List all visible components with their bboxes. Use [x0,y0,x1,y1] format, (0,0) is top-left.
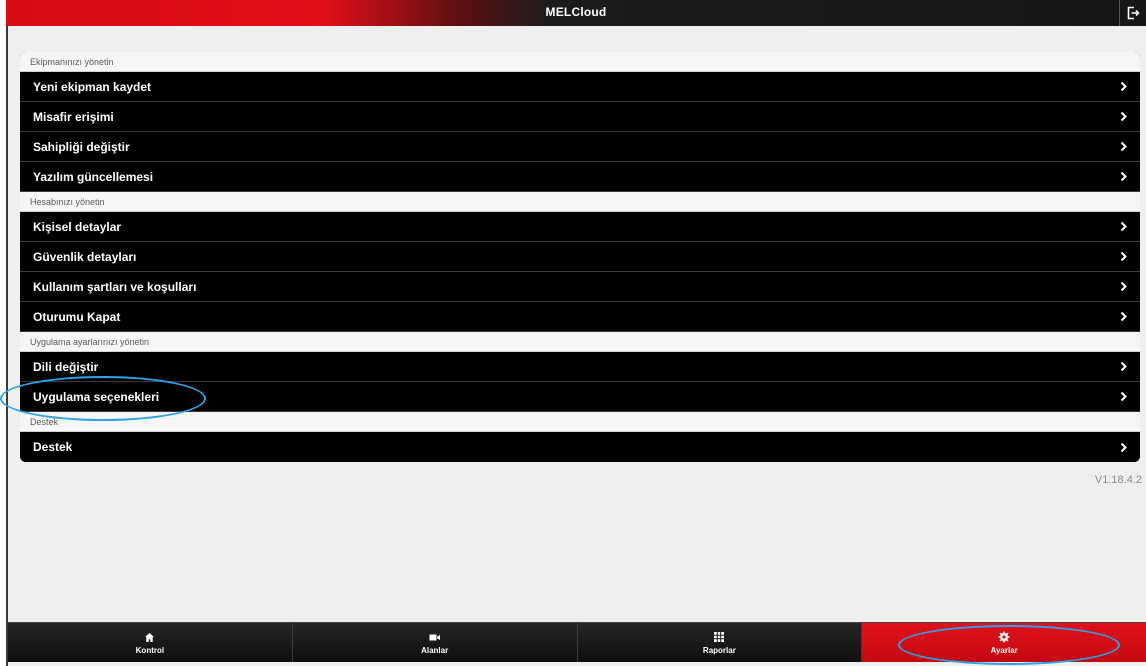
chevron-right-icon [1120,81,1130,93]
chevron-right-icon [1120,441,1130,453]
nav-tab-label: Raporlar [702,645,736,655]
menu-item-sign-out[interactable]: Oturumu Kapat [20,302,1140,332]
bottom-nav: Kontrol Alanlar Raporlar Ayarlar [8,622,1146,662]
menu-item-label: Yazılım güncellemesi [33,169,154,184]
nav-tab-areas[interactable]: Alanlar [292,623,578,662]
menu-item-label: Kullanım şartları ve koşulları [33,279,197,294]
menu-item-label: Misafir erişimi [33,109,114,124]
logout-button[interactable] [1123,3,1143,23]
menu-item-label: Sahipliği değiştir [33,139,130,154]
section-header-equipment: Ekipmanınızı yönetin [20,52,1140,72]
menu-item-label: Uygulama seçenekleri [33,389,160,404]
chevron-right-icon [1120,221,1130,233]
gear-icon [998,631,1010,644]
chevron-right-icon [1120,311,1130,323]
app-version: V1.18.4.2 [1094,474,1142,486]
chevron-right-icon [1120,251,1130,263]
menu-item-label: Yeni ekipman kaydet [33,79,152,94]
chevron-right-icon [1120,361,1130,373]
chevron-right-icon [1120,281,1130,293]
video-camera-icon [429,631,441,644]
grid-icon [714,631,725,644]
menu-item-software-update[interactable]: Yazılım güncellemesi [20,162,1140,192]
menu-item-security-details[interactable]: Güvenlik detayları [20,242,1140,272]
menu-item-label: Destek [33,440,73,454]
section-header-account: Hesabınızı yönetin [20,192,1140,212]
menu-item-change-language[interactable]: Dili değiştir [20,352,1140,382]
app-title: MELCloud [545,5,607,19]
nav-tab-control[interactable]: Kontrol [8,623,293,662]
nav-tab-settings[interactable]: Ayarlar [862,623,1146,662]
menu-item-personal-details[interactable]: Kişisel detaylar [20,212,1140,242]
chevron-right-icon [1120,171,1130,183]
menu-item-label: Dili değiştir [33,359,99,374]
menu-item-change-ownership[interactable]: Sahipliği değiştir [20,132,1140,162]
menu-item-app-options[interactable]: Uygulama seçenekleri [20,382,1140,412]
nav-tab-reports[interactable]: Raporlar [577,623,863,662]
section-header-support: Destek [20,412,1140,432]
nav-tab-label: Ayarlar [990,645,1018,655]
chevron-right-icon [1120,111,1130,123]
section-header-app-settings: Uygulama ayarlarınızı yönetin [20,332,1140,352]
settings-group: Ekipmanınızı yönetin Yeni ekipman kaydet… [20,52,1140,462]
menu-item-label: Kişisel detaylar [33,219,122,234]
logout-icon [1127,6,1140,20]
chevron-right-icon [1120,141,1130,153]
menu-item-terms-conditions[interactable]: Kullanım şartları ve koşulları [20,272,1140,302]
menu-item-label: Güvenlik detayları [33,249,137,264]
menu-item-label: Oturumu Kapat [33,309,121,324]
menu-item-guest-access[interactable]: Misafir erişimi [20,102,1140,132]
menu-item-support[interactable]: Destek [20,432,1140,462]
nav-tab-label: Kontrol [135,645,165,655]
chevron-right-icon [1120,391,1130,403]
menu-item-register-equipment[interactable]: Yeni ekipman kaydet [20,72,1140,102]
nav-tab-label: Alanlar [421,645,449,655]
home-icon [144,631,155,644]
settings-list: Ekipmanınızı yönetin Yeni ekipman kaydet… [20,52,1140,462]
top-bar: MELCloud [6,0,1146,26]
top-bar-divider [1119,0,1120,26]
